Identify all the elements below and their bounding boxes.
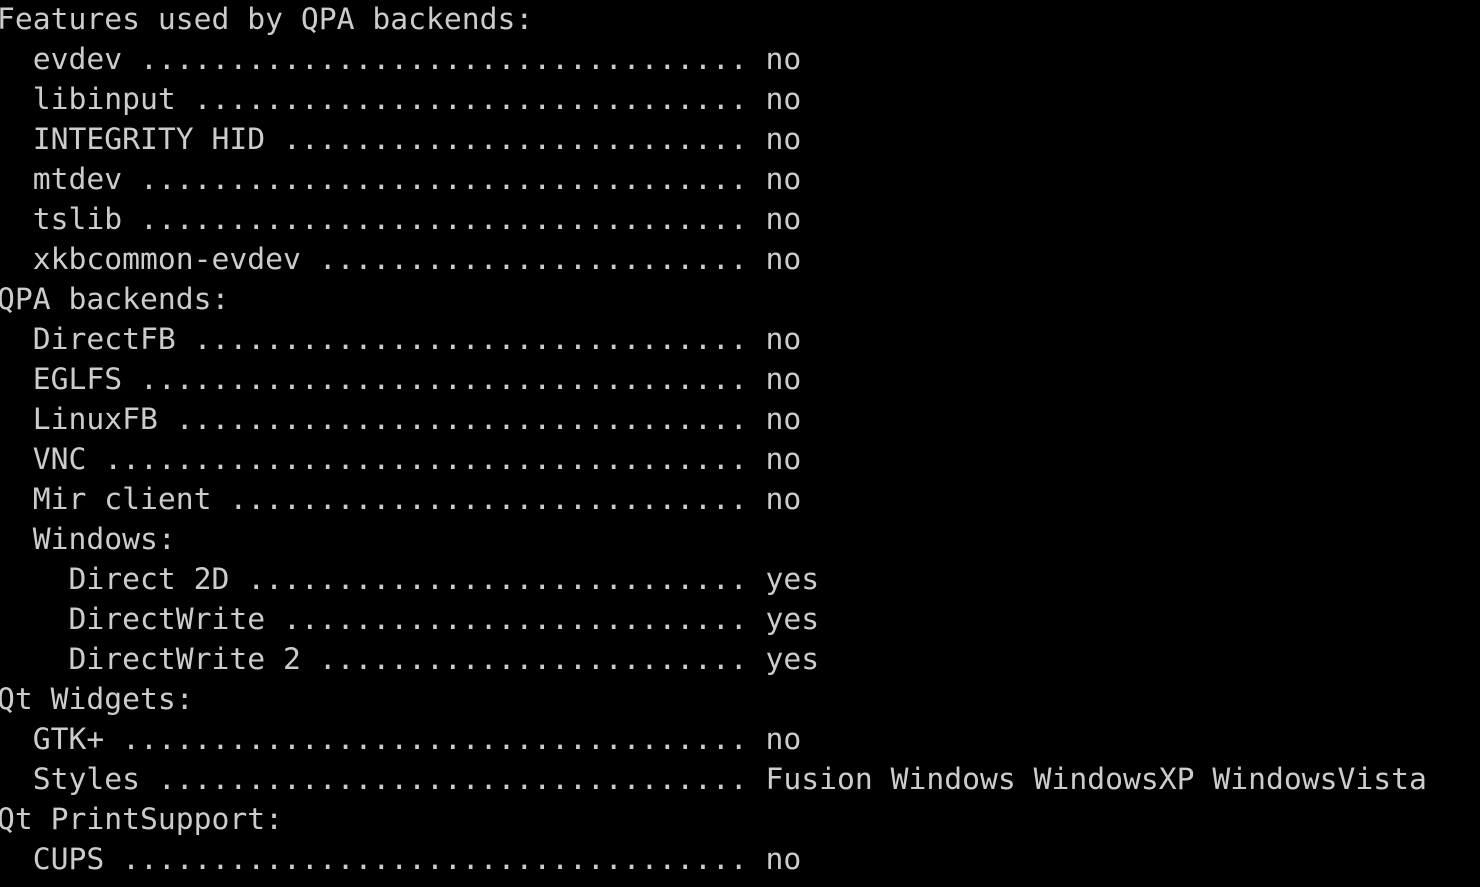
terminal-line: mtdev ..................................… — [0, 162, 802, 197]
terminal-line: Mir client .............................… — [0, 482, 802, 517]
terminal-line: evdev ..................................… — [0, 42, 802, 77]
terminal-line: tslib ..................................… — [0, 202, 802, 237]
terminal-line: xkbcommon-evdev ........................… — [0, 242, 802, 277]
terminal-line: Qt PrintSupport: — [0, 802, 283, 837]
terminal-line: LinuxFB ................................… — [0, 402, 802, 437]
terminal-line: Qt Widgets: — [0, 682, 194, 717]
terminal-line: libinput ...............................… — [0, 82, 802, 117]
terminal-line: DirectWrite .......................... y… — [0, 602, 820, 637]
terminal-line: Direct 2D ............................ y… — [0, 562, 820, 597]
terminal-line: Features used by QPA backends: — [0, 2, 534, 37]
terminal-line: DirectWrite 2 ........................ y… — [0, 642, 820, 677]
terminal-output[interactable]: Features used by QPA backends: evdev ...… — [0, 0, 1480, 887]
terminal-line: DirectFB ...............................… — [0, 322, 802, 357]
terminal-line: VNC ....................................… — [0, 442, 802, 477]
terminal-line: CUPS ...................................… — [0, 842, 802, 877]
terminal-line: GTK+ ...................................… — [0, 722, 802, 757]
terminal-line: EGLFS ..................................… — [0, 362, 802, 397]
terminal-line: Styles .................................… — [0, 762, 1427, 797]
terminal-line: QPA backends: — [0, 282, 230, 317]
terminal-line: INTEGRITY HID ..........................… — [0, 122, 802, 157]
terminal-line: Windows: — [0, 522, 176, 557]
